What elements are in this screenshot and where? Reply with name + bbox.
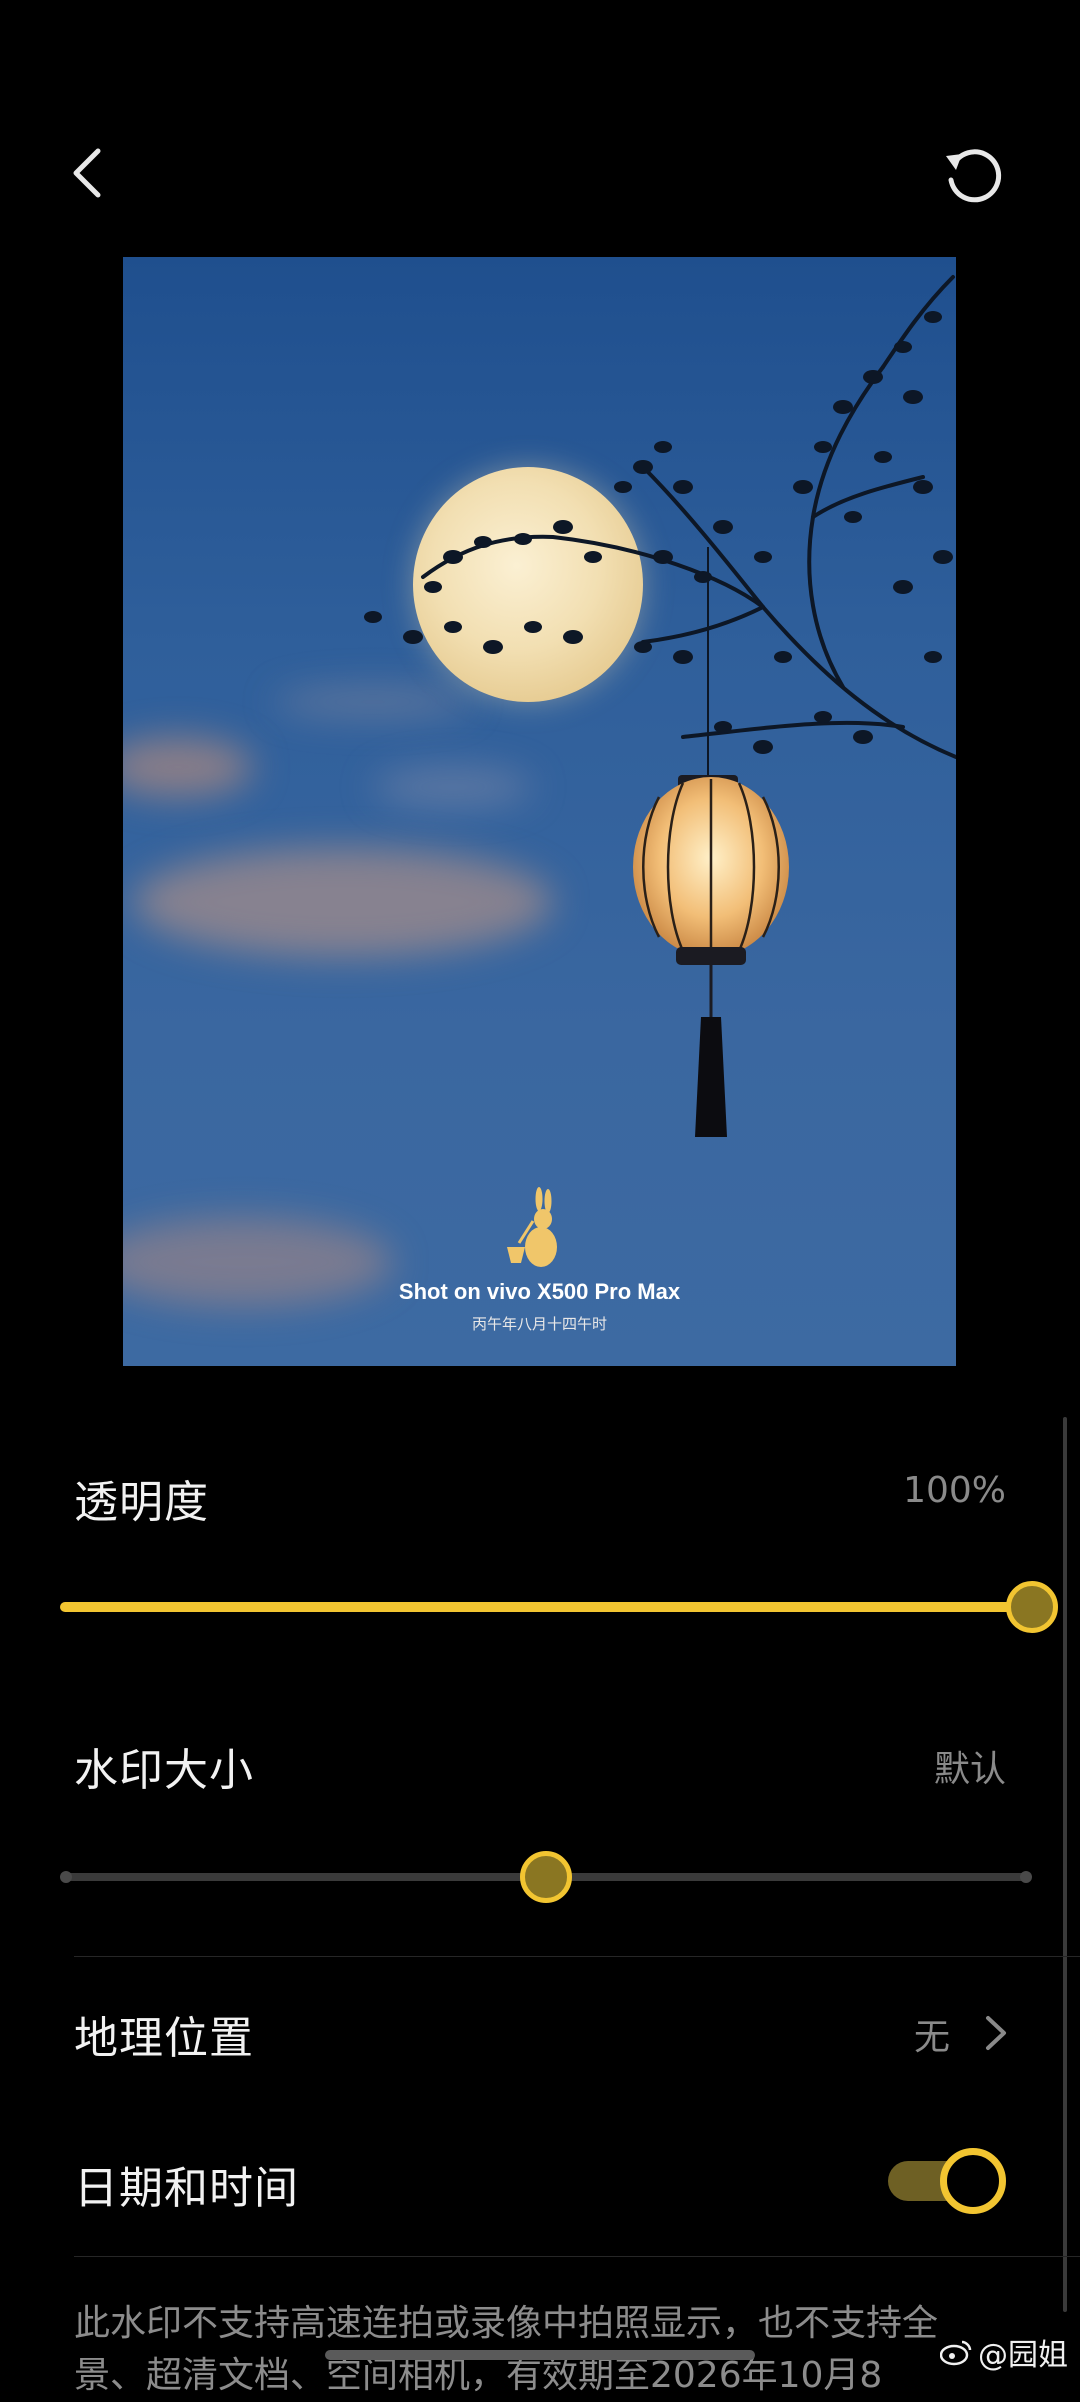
- watermark-title: Shot on vivo X500 Pro Max: [398, 1279, 681, 1304]
- scrollbar[interactable]: [1063, 1417, 1067, 2312]
- opacity-label: 透明度: [74, 1477, 209, 1528]
- opacity-slider-track[interactable]: [60, 1602, 1032, 1612]
- divider: [74, 1956, 1080, 1957]
- slider-end-dot: [60, 1871, 72, 1883]
- chevron-right-icon: [986, 2016, 1006, 2050]
- slider-end-dot: [1020, 1871, 1032, 1883]
- datetime-label: 日期和时间: [74, 2163, 299, 2214]
- watermark-size-value: 默认: [933, 1749, 1006, 1790]
- watermark-preview-image: Shot on vivo X500 Pro Max 丙午年八月十四午时: [123, 257, 956, 1366]
- weibo-watermark: @园姐: [940, 2330, 1068, 2374]
- location-value: 无: [913, 2017, 950, 2058]
- rotate-ccw-icon: [946, 149, 1002, 203]
- back-button[interactable]: [42, 128, 132, 218]
- rabbit-logo: [507, 1187, 557, 1267]
- opacity-slider-knob[interactable]: [1006, 1581, 1058, 1633]
- opacity-value: 100%: [903, 1470, 1006, 1511]
- home-indicator[interactable]: [325, 2350, 755, 2360]
- divider: [74, 2256, 1080, 2257]
- branch-and-lantern-illustration: [364, 275, 956, 1267]
- watermark-size-slider-knob[interactable]: [520, 1851, 572, 1903]
- reset-button[interactable]: [928, 128, 1018, 218]
- chevron-left-icon: [73, 148, 101, 198]
- watermark-size-label: 水印大小: [74, 1745, 254, 1796]
- datetime-toggle-knob[interactable]: [940, 2148, 1006, 2214]
- weibo-handle: @园姐: [978, 2338, 1068, 2373]
- weibo-icon: [940, 2340, 972, 2366]
- watermark-date: 丙午年八月十四午时: [471, 1315, 607, 1333]
- location-label: 地理位置: [74, 2013, 254, 2064]
